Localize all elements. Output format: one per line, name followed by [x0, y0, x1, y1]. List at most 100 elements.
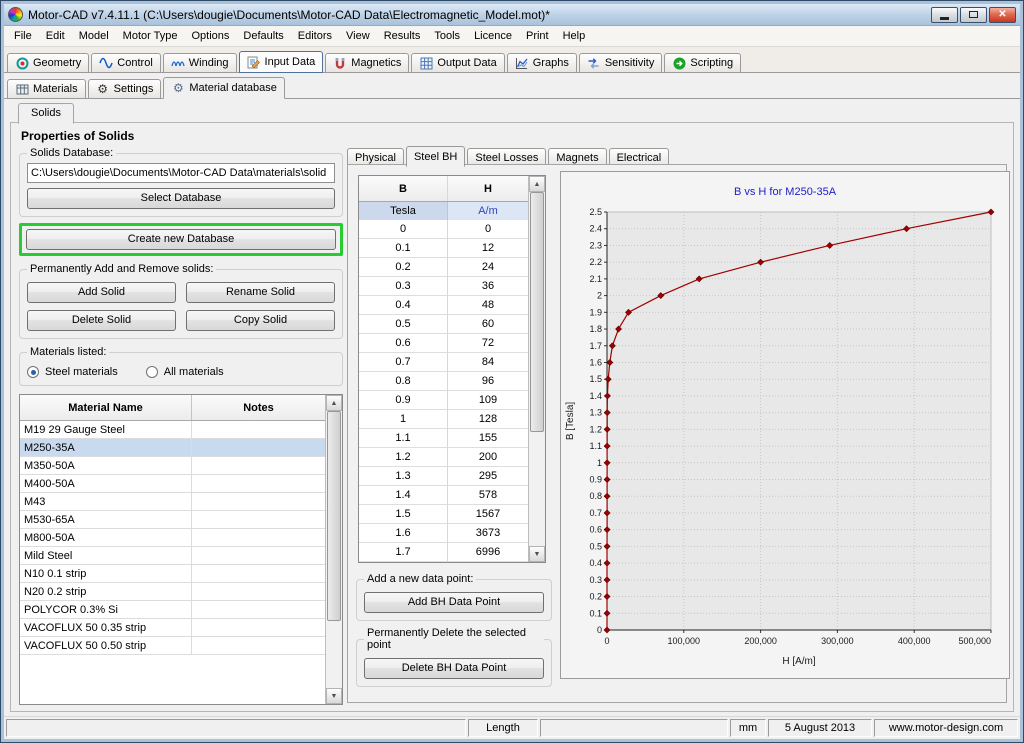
- bh-row[interactable]: 00: [359, 220, 528, 239]
- highlight-annotation: Create new Database: [19, 223, 343, 256]
- bh-row[interactable]: 1.1155: [359, 429, 528, 448]
- add-solid-button[interactable]: Add Solid: [27, 282, 176, 303]
- bh-row[interactable]: 1.3295: [359, 467, 528, 486]
- tab-scripting[interactable]: Scripting: [664, 53, 741, 73]
- menu-results[interactable]: Results: [377, 27, 428, 45]
- status-units-cell: mm: [730, 719, 766, 737]
- menu-options[interactable]: Options: [185, 27, 237, 45]
- bh-row[interactable]: 0.896: [359, 372, 528, 391]
- bh-row[interactable]: 0.784: [359, 353, 528, 372]
- svg-text:0.7: 0.7: [589, 508, 602, 518]
- tab-settings[interactable]: ⚙Settings: [88, 79, 162, 99]
- tab-steel-bh[interactable]: Steel BH: [406, 146, 465, 167]
- delete-point-label: Permanently Delete the selected point: [364, 627, 544, 651]
- scrollbar-thumb[interactable]: [530, 192, 544, 432]
- svg-text:0.5: 0.5: [589, 541, 602, 551]
- menu-edit[interactable]: Edit: [39, 27, 72, 45]
- rename-solid-button[interactable]: Rename Solid: [186, 282, 335, 303]
- material-row[interactable]: M250-35A: [20, 439, 325, 457]
- material-row[interactable]: N10 0.1 strip: [20, 565, 325, 583]
- menu-tools[interactable]: Tools: [427, 27, 467, 45]
- tab-materials[interactable]: Materials: [7, 79, 86, 99]
- bh-row[interactable]: 1.4578: [359, 486, 528, 505]
- menu-help[interactable]: Help: [556, 27, 593, 45]
- b-value-cell: 1.1: [359, 429, 448, 448]
- tab-output-data[interactable]: Output Data: [411, 53, 504, 73]
- tab-winding[interactable]: Winding: [163, 53, 237, 73]
- radio-all-materials[interactable]: [146, 366, 158, 378]
- add-bh-data-point-button[interactable]: Add BH Data Point: [364, 592, 544, 613]
- h-units-cell[interactable]: A/m: [448, 202, 528, 220]
- bh-row[interactable]: 0.224: [359, 258, 528, 277]
- materials-scrollbar[interactable]: ▲ ▼: [325, 395, 342, 704]
- menu-motor-type[interactable]: Motor Type: [116, 27, 185, 45]
- scroll-down-button[interactable]: ▼: [326, 688, 342, 704]
- material-name-column-header[interactable]: Material Name: [20, 395, 192, 420]
- title-bar[interactable]: Motor-CAD v7.4.11.1 (C:\Users\dougie\Doc…: [4, 4, 1020, 26]
- material-row[interactable]: M400-50A: [20, 475, 325, 493]
- material-row[interactable]: POLYCOR 0.3% Si: [20, 601, 325, 619]
- material-row[interactable]: M19 29 Gauge Steel: [20, 421, 325, 439]
- tab-geometry[interactable]: Geometry: [7, 53, 89, 73]
- control-icon: [99, 57, 113, 70]
- scroll-up-button[interactable]: ▲: [529, 176, 545, 192]
- radio-steel-materials[interactable]: [27, 366, 39, 378]
- b-column-header[interactable]: B: [359, 176, 448, 201]
- tab-input-data[interactable]: Input Data: [239, 51, 324, 73]
- h-column-header[interactable]: H: [448, 176, 528, 201]
- scroll-down-button[interactable]: ▼: [529, 546, 545, 562]
- delete-bh-data-point-button[interactable]: Delete BH Data Point: [364, 658, 544, 679]
- bh-row[interactable]: 0.336: [359, 277, 528, 296]
- bh-row[interactable]: 1.51567: [359, 505, 528, 524]
- status-website-cell[interactable]: www.motor-design.com: [874, 719, 1018, 737]
- bh-row[interactable]: 1.76996: [359, 543, 528, 562]
- material-row[interactable]: Mild Steel: [20, 547, 325, 565]
- delete-solid-button[interactable]: Delete Solid: [27, 310, 176, 331]
- material-row[interactable]: VACOFLUX 50 0.35 strip: [20, 619, 325, 637]
- b-units-cell[interactable]: Tesla: [359, 202, 448, 220]
- bh-row[interactable]: 0.448: [359, 296, 528, 315]
- bh-scrollbar[interactable]: ▲ ▼: [528, 176, 545, 562]
- tab-magnetics[interactable]: Magnetics: [325, 53, 409, 73]
- material-row[interactable]: VACOFLUX 50 0.50 strip: [20, 637, 325, 655]
- bh-row[interactable]: 1128: [359, 410, 528, 429]
- material-row[interactable]: M43: [20, 493, 325, 511]
- bh-row[interactable]: 0.9109: [359, 391, 528, 410]
- scroll-up-button[interactable]: ▲: [326, 395, 342, 411]
- database-path-field[interactable]: [27, 163, 335, 183]
- tab-sensitivity[interactable]: Sensitivity: [579, 53, 663, 73]
- minimize-button[interactable]: [931, 7, 958, 23]
- create-new-database-button[interactable]: Create new Database: [26, 229, 336, 250]
- bh-row[interactable]: 0.560: [359, 315, 528, 334]
- h-value-cell: 72: [448, 334, 528, 353]
- tab-graphs[interactable]: Graphs: [507, 53, 577, 73]
- bh-row[interactable]: 1.2200: [359, 448, 528, 467]
- menu-print[interactable]: Print: [519, 27, 556, 45]
- menu-model[interactable]: Model: [72, 27, 116, 45]
- tab-control[interactable]: Control: [91, 53, 160, 73]
- bh-chart[interactable]: 00.10.20.30.40.50.60.70.80.911.11.21.31.…: [561, 204, 1009, 674]
- bh-row[interactable]: 1.63673: [359, 524, 528, 543]
- material-notes-cell: [192, 493, 325, 511]
- bh-row[interactable]: 0.112: [359, 239, 528, 258]
- close-button[interactable]: ✕: [989, 7, 1016, 23]
- bh-row[interactable]: 0.672: [359, 334, 528, 353]
- menu-defaults[interactable]: Defaults: [236, 27, 290, 45]
- select-database-button[interactable]: Select Database: [27, 188, 335, 209]
- menu-editors[interactable]: Editors: [291, 27, 339, 45]
- material-row[interactable]: M800-50A: [20, 529, 325, 547]
- menu-view[interactable]: View: [339, 27, 377, 45]
- material-row[interactable]: M350-50A: [20, 457, 325, 475]
- tab-solids[interactable]: Solids: [18, 103, 74, 124]
- material-row[interactable]: N20 0.2 strip: [20, 583, 325, 601]
- menu-licence[interactable]: Licence: [467, 27, 519, 45]
- material-row[interactable]: M530-65A: [20, 511, 325, 529]
- menu-file[interactable]: File: [7, 27, 39, 45]
- notes-column-header[interactable]: Notes: [192, 395, 325, 420]
- tab-material-database[interactable]: ⚙Material database: [163, 77, 284, 99]
- scrollbar-thumb[interactable]: [327, 411, 341, 621]
- copy-solid-button[interactable]: Copy Solid: [186, 310, 335, 331]
- motor-cad-window: Motor-CAD v7.4.11.1 (C:\Users\dougie\Doc…: [0, 0, 1024, 743]
- add-remove-solids-group: Permanently Add and Remove solids: Add S…: [19, 263, 343, 339]
- maximize-button[interactable]: [960, 7, 987, 23]
